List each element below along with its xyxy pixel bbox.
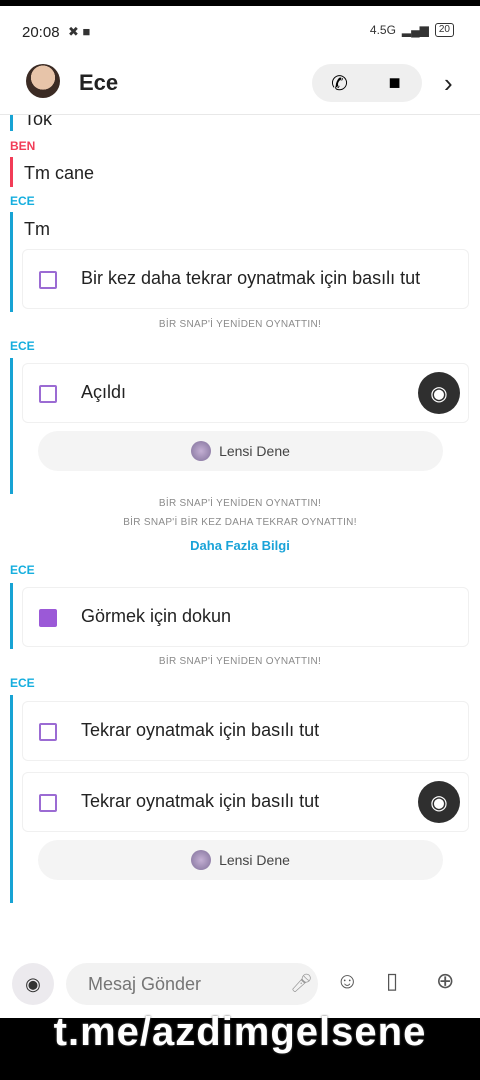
microphone-icon[interactable]: 🎤︎	[290, 973, 313, 994]
lens-button[interactable]: Lensi Dene	[38, 431, 443, 471]
camera-icon[interactable]: ◉	[418, 781, 460, 823]
status-time: 20:08	[22, 24, 60, 41]
message-bar	[10, 695, 13, 903]
message-text[interactable]: Tm	[24, 219, 50, 240]
camera-icon[interactable]: ◉	[12, 963, 54, 1005]
plus-icon[interactable]: ⊕	[436, 968, 454, 994]
snap-checkbox-icon	[39, 723, 57, 741]
network-icon: 4.5G	[369, 23, 396, 37]
system-notice: BİR SNAP'İ BİR KEZ DAHA TEKRAR OYNATTIN!	[123, 517, 357, 528]
camera-icon[interactable]: ◉	[418, 372, 460, 414]
screen: 20:08 ✖ ■ 4.5G ▂▄▆ 20 Ece ✆ ■ › Tok BEN …	[0, 0, 480, 1018]
snap-unopened-icon	[39, 609, 57, 627]
system-notice: BİR SNAP'İ YENİDEN OYNATTIN!	[158, 319, 322, 330]
snap-item[interactable]: Görmek için dokun	[22, 587, 469, 647]
message-text: Tok	[24, 115, 53, 129]
phone-icon[interactable]: ✆	[312, 64, 367, 102]
sender-label: ECE	[10, 339, 35, 353]
message-text[interactable]: Tm cane	[24, 163, 94, 184]
snap-label: Görmek için dokun	[81, 606, 232, 626]
message-bar	[10, 212, 13, 312]
snap-label: Tekrar oynatmak için basılı tut	[81, 791, 320, 811]
message-input[interactable]	[66, 963, 318, 1005]
snap-checkbox-icon	[39, 271, 57, 289]
lens-icon	[191, 850, 212, 870]
snap-checkbox-icon	[39, 794, 57, 812]
avatar[interactable]	[26, 64, 60, 98]
lens-button[interactable]: Lensi Dene	[38, 840, 443, 880]
video-call-icon[interactable]: ■	[367, 64, 422, 102]
more-info-link[interactable]: Daha Fazla Bilgi	[0, 538, 480, 553]
signal-icon: ▂▄▆	[401, 23, 429, 37]
snap-item[interactable]: Tekrar oynatmak için basılı tut ◉	[22, 772, 469, 832]
call-buttons: ✆ ■	[312, 64, 422, 102]
status-bar: 20:08 ✖ ■ 4.5G ▂▄▆ 20	[0, 6, 480, 52]
system-notice: BİR SNAP'İ YENİDEN OYNATTIN!	[158, 498, 322, 509]
snap-label: Bir kez daha tekrar oynatmak için basılı…	[81, 268, 421, 288]
system-notice: BİR SNAP'İ YENİDEN OYNATTIN!	[158, 656, 322, 667]
chevron-right-icon[interactable]: ›	[444, 68, 453, 99]
message-bar	[10, 583, 13, 649]
snap-item[interactable]: Açıldı ◉	[22, 363, 469, 423]
snap-label: Açıldı	[81, 382, 127, 402]
memories-icon[interactable]: ▯	[386, 968, 398, 994]
message-bar	[10, 358, 13, 494]
sender-label: ECE	[10, 194, 35, 208]
sender-label: ECE	[10, 563, 35, 577]
lens-label: Lensi Dene	[219, 443, 290, 459]
snap-item[interactable]: Tekrar oynatmak için basılı tut	[22, 701, 469, 761]
sender-label: BEN	[10, 139, 36, 153]
watermark: t.me/azdimgelsene	[53, 1010, 427, 1054]
notification-icons: ✖ ■	[68, 24, 91, 39]
chat-header: Ece ✆ ■ ›	[0, 52, 480, 114]
lens-label: Lensi Dene	[219, 852, 290, 868]
lens-icon	[191, 441, 212, 461]
message-bar	[10, 115, 13, 131]
chat-area[interactable]: Tok BEN Tm cane ECE Tm Bir kez daha tekr…	[0, 115, 480, 960]
sticker-icon[interactable]: ☺	[336, 968, 358, 994]
contact-name[interactable]: Ece	[79, 70, 118, 96]
snap-label: Tekrar oynatmak için basılı tut	[81, 720, 320, 740]
snap-checkbox-icon	[39, 385, 57, 403]
battery-icon: 20	[434, 23, 454, 37]
snap-item[interactable]: Bir kez daha tekrar oynatmak için basılı…	[22, 249, 469, 309]
sender-label: ECE	[10, 676, 35, 690]
status-right: 4.5G ▂▄▆ 20	[370, 23, 454, 37]
message-bar	[10, 157, 13, 187]
